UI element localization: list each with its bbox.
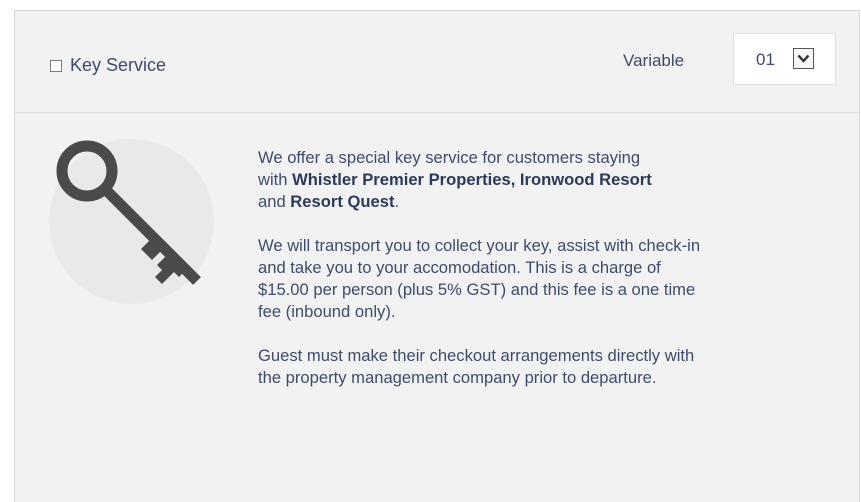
p1-properties: Whistler Premier Properties, Ironwood Re… (292, 170, 652, 189)
panel-header: Key Service Variable 01 (15, 11, 859, 113)
key-icon (56, 140, 201, 285)
p1-resort-quest: Resort Quest (290, 192, 395, 211)
p3-line-2: the property management company prior to… (258, 368, 657, 387)
p1-line-1: We offer a special key service for custo… (258, 148, 641, 167)
p1-and: and (258, 192, 291, 211)
variable-select-value: 01 (756, 50, 775, 69)
variable-label: Variable (623, 51, 685, 70)
description-paragraph-1: We offer a special key service for custo… (258, 147, 838, 213)
chevron-down-icon[interactable] (793, 48, 814, 69)
description-paragraph-2: We will transport you to collect your ke… (258, 235, 838, 323)
key-service-label[interactable]: Key Service (70, 55, 166, 76)
p2-line-2: and take you to your accomodation. This … (258, 258, 661, 277)
key-service-description: We offer a special key service for custo… (258, 147, 838, 411)
p3-line-1: Guest must make their checkout arrangeme… (258, 346, 695, 365)
variable-select[interactable]: 01 (733, 33, 836, 85)
p2-line-1: We will transport you to collect your ke… (258, 236, 701, 255)
key-service-panel: Key Service Variable 01 We offer a speci… (14, 10, 860, 502)
key-service-checkbox[interactable] (50, 60, 62, 72)
p1-end: . (394, 192, 400, 211)
description-paragraph-3: Guest must make their checkout arrangeme… (258, 345, 838, 389)
p2-line-3: $15.00 per person (plus 5% GST) and this… (258, 280, 696, 299)
p2-line-4: fee (inbound only). (258, 302, 396, 321)
p1-with: with (258, 170, 293, 189)
